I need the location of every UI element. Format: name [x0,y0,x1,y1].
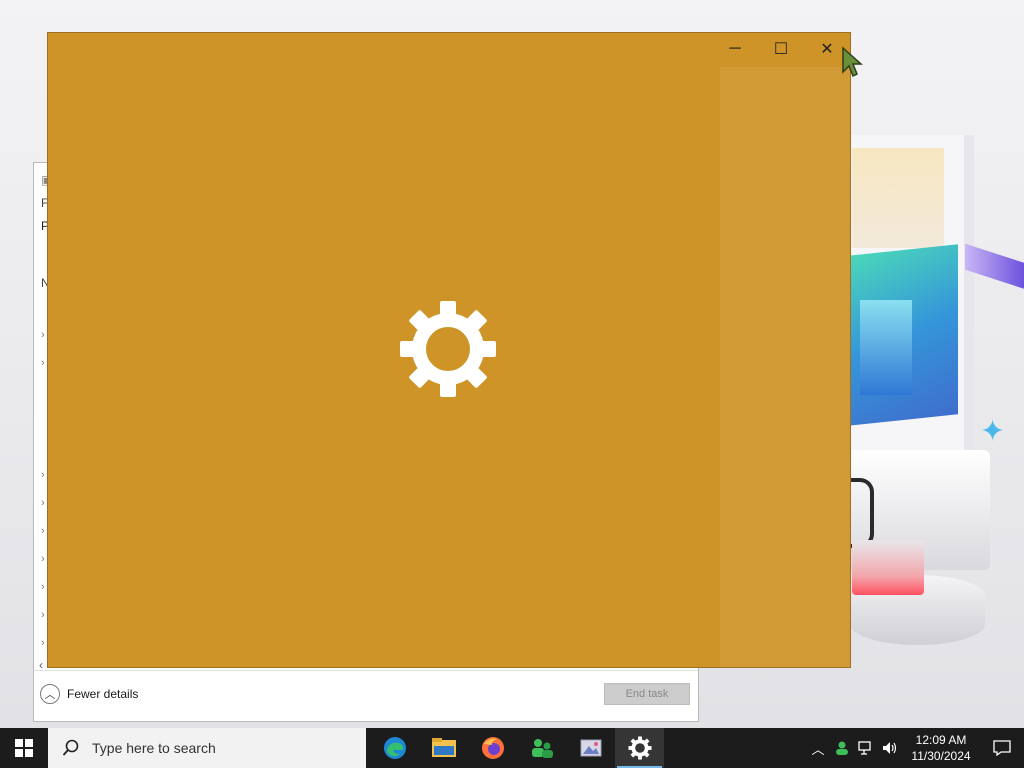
minimize-icon: ─ [729,40,741,57]
fewer-details-button[interactable]: ︿ Fewer details [40,684,138,704]
volume-icon[interactable] [878,728,902,768]
close-icon: ✕ [820,41,834,58]
settings-app-icon [627,736,652,760]
edge-icon [383,737,406,759]
window-side-panel [720,67,850,667]
person-icon [836,741,848,755]
show-hidden-icons-chevron-up-icon[interactable]: ︿ [806,728,830,768]
start-button[interactable] [0,728,48,768]
people-app-icon [531,739,553,758]
minimize-button[interactable]: ─ [712,33,758,65]
wallpaper-lock-shackle-shape [850,478,874,548]
taskbar-app-edge[interactable] [370,728,419,768]
windows-logo-icon [15,739,33,757]
taskbar-clock[interactable]: 12:09 AM 11/30/2024 [902,732,980,764]
expand-chevron-icon[interactable]: › [41,581,45,593]
search-placeholder: Type here to search [92,740,216,756]
fewer-details-label: Fewer details [67,687,139,701]
notification-icon [993,740,1011,756]
firefox-icon [481,737,504,759]
expand-chevron-icon[interactable]: › [41,637,45,649]
sparkle-icon: ✦ [980,415,1006,448]
taskbar: Type here to search ︿ 12:09 AM 11/30/202… [0,728,1024,768]
maximize-icon: ☐ [773,41,789,58]
task-manager-footer: ︿ Fewer details End task [34,670,698,721]
expand-chevron-icon[interactable]: › [41,497,45,509]
taskbar-app-firefox[interactable] [468,728,517,768]
chevron-up-icon: ︿ [40,684,60,704]
action-center-button[interactable] [980,728,1024,768]
taskbar-app-settings[interactable] [615,728,664,768]
expand-chevron-icon[interactable]: › [41,525,45,537]
expand-chevron-icon[interactable]: › [41,329,45,341]
settings-app-window: ─ ☐ ✕ [47,32,851,668]
taskbar-search-box[interactable]: Type here to search [48,728,366,768]
gear-icon [400,301,496,397]
taskbar-app-photos[interactable] [566,728,615,768]
end-task-button[interactable]: End task [604,683,690,705]
taskbar-app-people[interactable] [517,728,566,768]
expand-chevron-icon[interactable]: › [41,357,45,369]
clock-date: 11/30/2024 [911,749,971,763]
expand-chevron-icon[interactable]: › [41,553,45,565]
wallpaper-card-shape [860,300,912,395]
network-icon[interactable] [854,728,878,768]
search-icon [62,739,79,756]
user-account-icon[interactable] [830,728,854,768]
taskbar-app-file-explorer[interactable] [419,728,468,768]
maximize-button[interactable]: ☐ [758,33,804,65]
taskbar-pinned-apps [370,728,664,768]
system-tray: ︿ 12:09 AM 11/30/2024 [806,728,1024,768]
photos-app-icon [580,739,601,757]
wallpaper-frame-inner-shape [852,148,944,248]
expand-chevron-icon[interactable]: › [41,469,45,481]
expand-chevron-icon[interactable]: › [41,609,45,621]
wallpaper-lock-icon [852,540,924,595]
cursor-icon [842,46,863,78]
file-explorer-icon [431,738,456,757]
clock-time: 12:09 AM [915,733,967,747]
